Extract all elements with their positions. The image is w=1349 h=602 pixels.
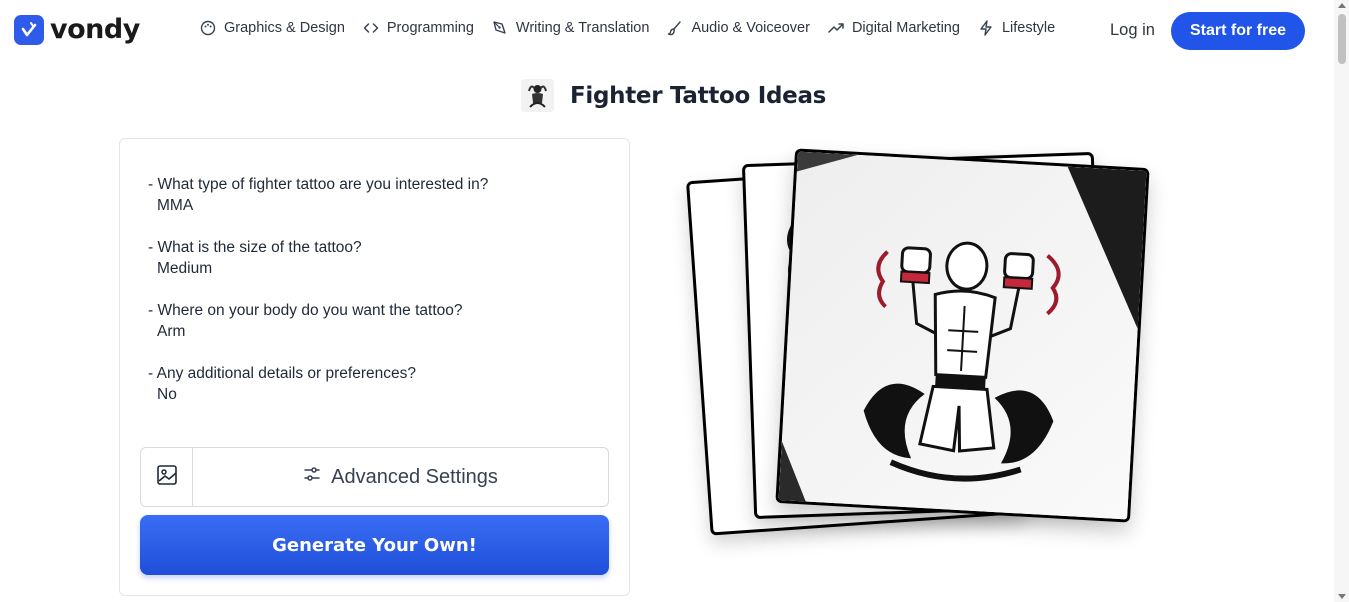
palette-icon: [200, 20, 216, 36]
nav-label: Lifestyle: [1001, 20, 1056, 36]
trend-up-icon: [828, 20, 844, 36]
brand-name: vondy: [50, 14, 140, 45]
scroll-up-arrow-icon[interactable]: [1338, 3, 1346, 8]
prompt-item: - What type of fighter tattoo are you in…: [148, 174, 488, 216]
settings-bar: Advanced Settings: [140, 447, 609, 507]
fighter-tattoo-image[interactable]: [775, 148, 1150, 523]
advanced-settings-button[interactable]: Advanced Settings: [193, 448, 608, 506]
example-image-stack: [660, 130, 1200, 570]
prompt-question: - What is the size of the tattoo?: [148, 239, 362, 256]
nav-digital-marketing[interactable]: Digital Marketing: [828, 20, 960, 36]
prompt-question: - Where on your body do you want the tat…: [148, 302, 463, 319]
prompt-question: - Any additional details or preferences?: [148, 365, 416, 382]
nav-label: Programming: [386, 20, 474, 36]
nav-audio-voiceover[interactable]: Audio & Voiceover: [667, 20, 810, 36]
vondy-logo-icon: [14, 15, 44, 45]
page-scrollbar[interactable]: [1334, 0, 1349, 602]
nav-label: Audio & Voiceover: [691, 20, 810, 36]
vondy-logo[interactable]: vondy: [14, 15, 140, 45]
scroll-down-arrow-icon[interactable]: [1338, 594, 1346, 599]
prompt-answer: Medium: [157, 260, 213, 277]
page-header: Fighter Tattoo Ideas: [521, 79, 826, 112]
prompt-text: - What type of fighter tattoo are you in…: [148, 174, 488, 426]
nav-graphics-design[interactable]: Graphics & Design: [200, 20, 345, 36]
prompt-question: - What type of fighter tattoo are you in…: [148, 176, 489, 193]
prompt-item: - Any additional details or preferences?…: [148, 363, 488, 405]
image-icon: [156, 464, 178, 491]
advanced-settings-label: Advanced Settings: [331, 465, 498, 488]
lightning-icon: [978, 20, 994, 36]
page-title: Fighter Tattoo Ideas: [570, 82, 827, 109]
login-link[interactable]: Log in: [1110, 21, 1155, 40]
start-for-free-button[interactable]: Start for free: [1171, 12, 1305, 50]
prompt-answer: No: [157, 386, 177, 403]
brush-icon: [667, 20, 683, 36]
nav-lifestyle[interactable]: Lifestyle: [978, 20, 1055, 36]
sliders-icon: [303, 465, 321, 489]
pen-nib-icon: [492, 20, 508, 36]
nav-programming[interactable]: Programming: [363, 20, 474, 36]
nav-label: Digital Marketing: [851, 20, 960, 36]
upload-image-button[interactable]: [141, 448, 193, 506]
prompt-answer: MMA: [157, 197, 194, 214]
prompt-item: - What is the size of the tattoo? Medium: [148, 237, 488, 279]
prompt-card: - What type of fighter tattoo are you in…: [119, 138, 630, 596]
tattoo-thumbnail-image: [521, 79, 554, 112]
code-icon: [363, 20, 379, 36]
category-nav: Graphics & Design Programming Writing & …: [200, 20, 1055, 36]
top-navbar: vondy Graphics & Design Programming Writ…: [0, 0, 1334, 64]
nav-label: Writing & Translation: [515, 20, 650, 36]
prompt-answer: Arm: [157, 323, 186, 340]
nav-label: Graphics & Design: [224, 20, 345, 36]
generate-button[interactable]: Generate Your Own!: [140, 515, 609, 575]
prompt-item: - Where on your body do you want the tat…: [148, 300, 488, 342]
nav-writing-translation[interactable]: Writing & Translation: [492, 20, 650, 36]
scrollbar-thumb[interactable]: [1338, 14, 1346, 64]
